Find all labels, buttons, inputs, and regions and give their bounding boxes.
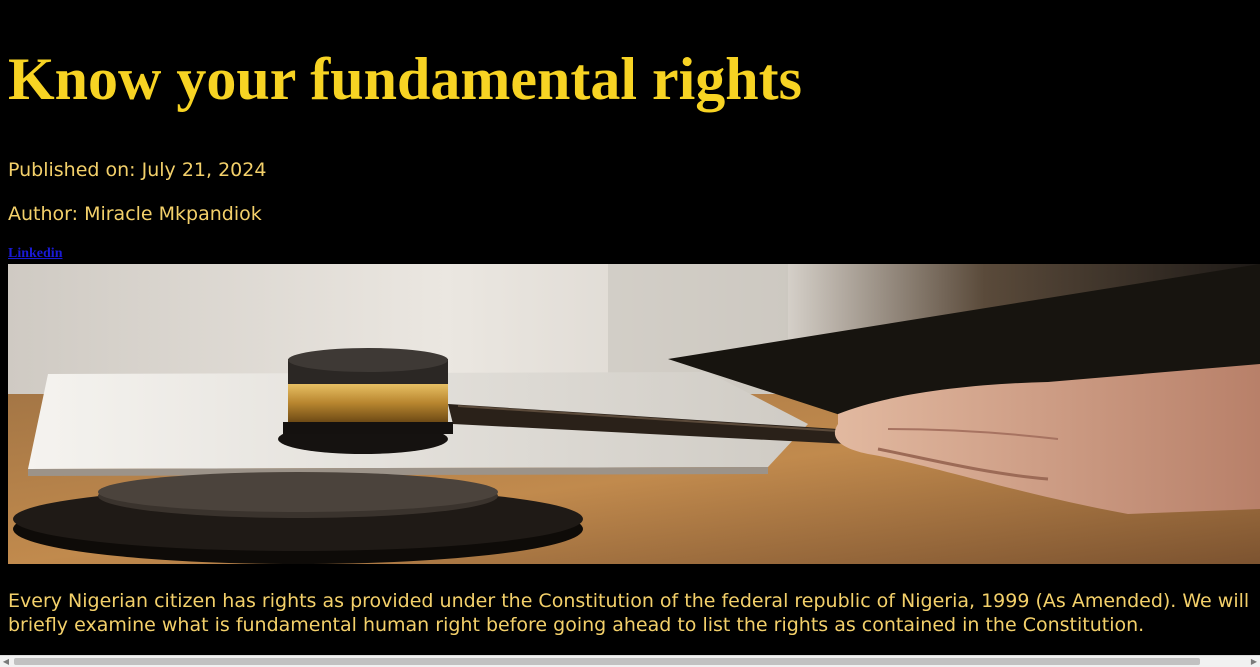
linkedin-link[interactable]: Linkedin bbox=[8, 246, 62, 262]
hero-image bbox=[8, 264, 1260, 564]
page-title: Know your fundamental rights bbox=[8, 46, 803, 112]
scrollbar-thumb[interactable] bbox=[14, 658, 1200, 665]
article-page: Know your fundamental rights Published o… bbox=[0, 0, 1260, 667]
horizontal-scrollbar[interactable]: ◀ ▶ bbox=[0, 655, 1260, 667]
triangle-right-icon[interactable]: ▶ bbox=[1248, 656, 1260, 667]
triangle-left-icon[interactable]: ◀ bbox=[0, 656, 12, 667]
article-intro: Every Nigerian citizen has rights as pro… bbox=[8, 590, 1250, 636]
published-date: Published on: July 21, 2024 bbox=[8, 159, 267, 181]
author-line: Author: Miracle Mkpandiok bbox=[8, 203, 262, 225]
